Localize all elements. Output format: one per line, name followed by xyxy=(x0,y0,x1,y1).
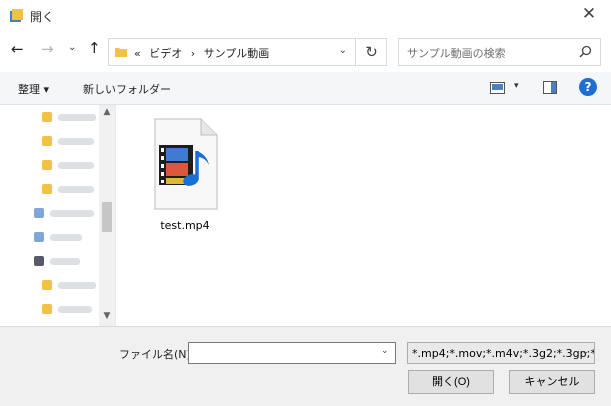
tree-item-label xyxy=(50,234,82,241)
back-button[interactable]: ← xyxy=(11,41,24,57)
scroll-up-icon[interactable]: ▲ xyxy=(99,107,115,117)
breadcrumb-overflow[interactable]: « xyxy=(134,47,141,60)
recent-locations-button[interactable]: ⌄ xyxy=(68,40,76,56)
app-icon xyxy=(10,9,23,22)
tree-item[interactable] xyxy=(34,231,98,245)
file-type-filter-value: *.mp4;*.mov;*.m4v;*.3g2;*.3gp;*. xyxy=(412,347,595,360)
tree-item-label xyxy=(58,186,94,193)
tree-item-label xyxy=(58,306,92,313)
navigation-scrollbar[interactable]: ▲ ▼ xyxy=(99,105,115,326)
filename-label: ファイル名(N): xyxy=(119,348,195,361)
file-type-filter[interactable]: *.mp4;*.mov;*.m4v;*.3g2;*.3gp;*. ⌄ xyxy=(407,342,595,364)
tree-item-label xyxy=(58,162,94,169)
filename-dropdown-icon[interactable]: ⌄ xyxy=(381,346,389,356)
tree-item[interactable] xyxy=(34,207,98,221)
search-placeholder: サンプル動画の検索 xyxy=(407,47,506,60)
folder-icon xyxy=(42,280,52,290)
breadcrumb-item-sample-videos[interactable]: サンプル動画 xyxy=(204,47,270,60)
folder-icon xyxy=(42,184,52,194)
tree-item[interactable] xyxy=(34,255,98,269)
breadcrumb-separator[interactable]: › xyxy=(191,47,195,60)
tree-item-label xyxy=(58,138,94,145)
address-dropdown-icon[interactable]: ⌄ xyxy=(339,45,347,56)
folder-icon xyxy=(42,160,52,170)
forward-button[interactable]: → xyxy=(41,41,54,57)
scroll-down-icon[interactable]: ▼ xyxy=(99,311,115,321)
close-button[interactable]: ✕ xyxy=(579,4,599,24)
tree-item[interactable] xyxy=(42,135,98,149)
navigation-bar: ← → ⌄ ↑ « ビデオ › サンプル動画 ⌄ ↻ サンプル動画の検索 xyxy=(0,30,611,72)
folder-icon xyxy=(42,304,52,314)
view-icon[interactable] xyxy=(490,82,505,94)
file-item[interactable]: test.mp4 xyxy=(145,115,225,232)
folder-icon xyxy=(42,136,52,146)
new-folder-button[interactable]: 新しいフォルダー xyxy=(83,81,171,97)
video-file-icon xyxy=(154,118,218,210)
drive-icon xyxy=(34,256,44,266)
filename-input[interactable] xyxy=(188,342,396,364)
search-input[interactable]: サンプル動画の検索 xyxy=(398,38,601,66)
tree-item[interactable] xyxy=(42,111,98,125)
preview-pane-icon[interactable] xyxy=(543,81,557,94)
title-bar: 開く ✕ xyxy=(0,0,611,30)
address-bar[interactable]: « ビデオ › サンプル動画 ⌄ xyxy=(108,38,356,66)
organize-menu[interactable]: 整理 ▾ xyxy=(18,81,49,97)
drive-icon xyxy=(34,208,44,218)
file-list[interactable]: test.mp4 xyxy=(117,105,611,326)
view-dropdown-icon[interactable]: ▾ xyxy=(514,81,519,91)
breadcrumb-item-videos[interactable]: ビデオ xyxy=(149,47,182,60)
window-title: 開く xyxy=(30,10,55,24)
navigation-pane[interactable]: ▲ ▼ xyxy=(0,105,116,326)
open-button[interactable]: 開く(O) xyxy=(408,370,494,394)
breadcrumb: « ビデオ › サンプル動画 xyxy=(134,45,274,61)
filter-dropdown-icon[interactable]: ⌄ xyxy=(581,347,589,357)
help-button[interactable]: ? xyxy=(579,78,597,96)
cancel-button[interactable]: キャンセル xyxy=(509,370,595,394)
drive-icon xyxy=(34,232,44,242)
tree-item[interactable] xyxy=(42,303,98,317)
up-button[interactable]: ↑ xyxy=(88,40,101,56)
tree-item-label xyxy=(58,282,96,289)
dialog-footer: ファイル名(N): ⌄ *.mp4;*.mov;*.m4v;*.3g2;*.3g… xyxy=(0,326,611,406)
command-bar: 整理 ▾ 新しいフォルダー ▾ ? xyxy=(0,72,611,105)
tree-item-label xyxy=(58,114,96,121)
search-icon xyxy=(579,45,592,58)
tree-item[interactable] xyxy=(42,159,98,173)
file-name: test.mp4 xyxy=(160,219,210,232)
folder-icon xyxy=(115,48,127,57)
refresh-button[interactable]: ↻ xyxy=(357,38,387,66)
tree-item[interactable] xyxy=(42,279,98,293)
tree-item[interactable] xyxy=(42,183,98,197)
folder-icon xyxy=(42,112,52,122)
tree-item-label xyxy=(50,258,80,265)
scroll-thumb[interactable] xyxy=(102,202,112,232)
tree-item-label xyxy=(50,210,94,217)
